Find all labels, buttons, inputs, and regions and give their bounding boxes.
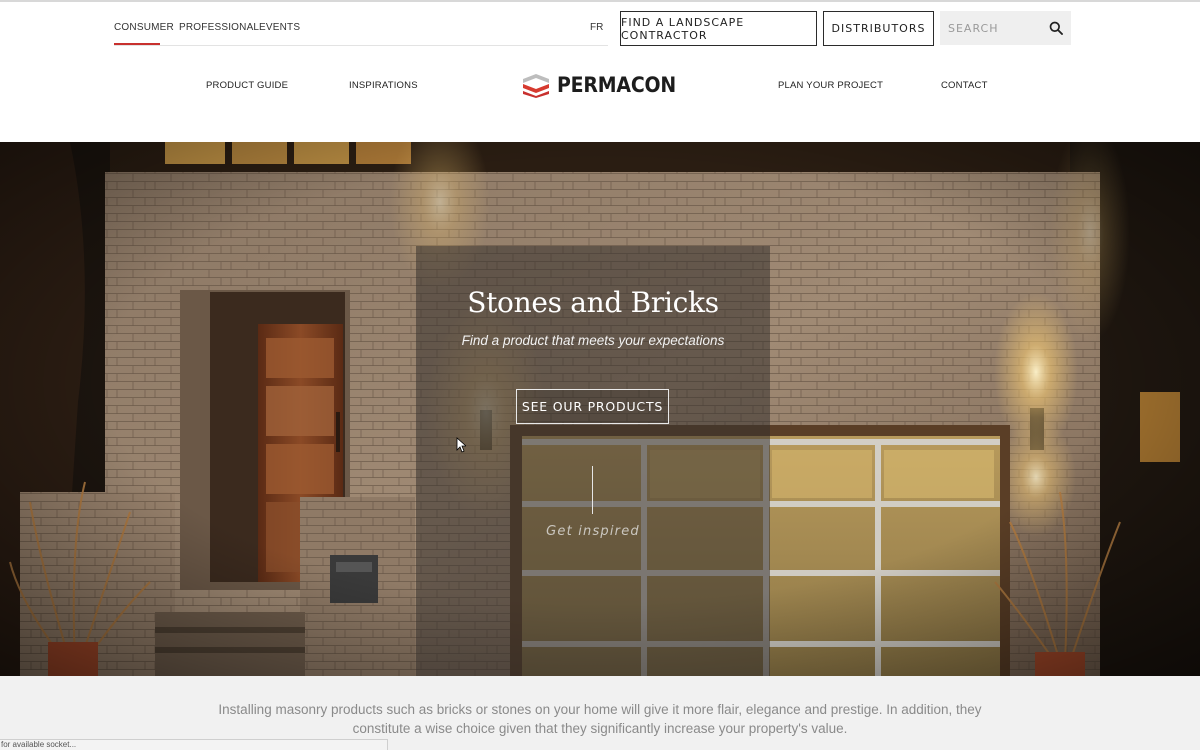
- mouse-cursor-icon: [456, 437, 466, 453]
- search-icon[interactable]: [1049, 21, 1063, 35]
- tab-events[interactable]: EVENTS: [259, 22, 300, 45]
- hero-title: Stones and Bricks: [467, 286, 719, 319]
- nav-plan-your-project[interactable]: PLAN YOUR PROJECT: [778, 80, 883, 91]
- get-inspired-link[interactable]: Get inspired: [416, 524, 770, 539]
- scroll-divider-line: [592, 466, 593, 514]
- nav-inspirations[interactable]: INSPIRATIONS: [349, 80, 418, 91]
- intro-paragraph: Installing masonry products such as bric…: [218, 702, 982, 736]
- search-input[interactable]: [940, 11, 1044, 45]
- hero-overlay-panel: Stones and Bricks Find a product that me…: [416, 246, 770, 676]
- find-contractor-button[interactable]: FIND A LANDSCAPE CONTRACTOR: [620, 11, 817, 46]
- tab-consumer[interactable]: CONSUMER: [114, 22, 174, 45]
- distributors-button[interactable]: DISTRIBUTORS: [823, 11, 934, 46]
- see-our-products-button[interactable]: SEE OUR PRODUCTS: [516, 389, 669, 424]
- nav-contact[interactable]: CONTACT: [941, 80, 988, 91]
- audience-tabs: CONSUMER PROFESSIONAL EVENTS FR: [114, 22, 608, 46]
- hero-subtitle: Find a product that meets your expectati…: [461, 333, 725, 348]
- hero-banner: Stones and Bricks Find a product that me…: [0, 142, 1200, 676]
- language-toggle[interactable]: FR: [590, 22, 603, 33]
- nav-product-guide[interactable]: PRODUCT GUIDE: [206, 80, 288, 91]
- tab-professional[interactable]: PROFESSIONAL: [179, 22, 259, 45]
- logo-wordmark: PERMACON: [557, 73, 677, 97]
- top-utility-bar: CONSUMER PROFESSIONAL EVENTS FR FIND A L…: [0, 0, 1200, 50]
- browser-status-bar: for available socket...: [0, 739, 388, 750]
- search-box: [940, 11, 1071, 45]
- brand-logo[interactable]: PERMACON: [523, 71, 689, 99]
- permacon-logo-icon: [523, 74, 549, 98]
